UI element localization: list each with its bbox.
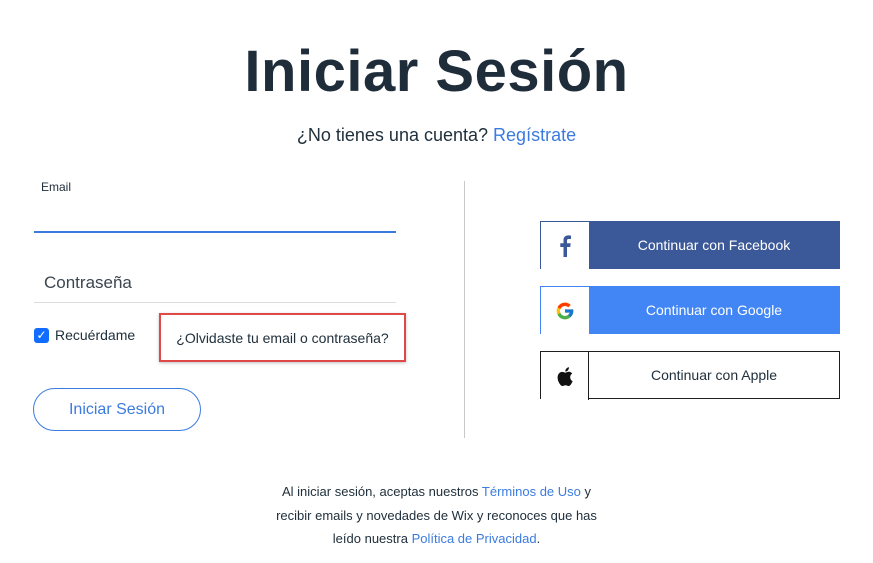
login-button[interactable]: Iniciar Sesión (33, 388, 201, 431)
google-login-button[interactable]: Continuar con Google (540, 286, 840, 335)
apple-icon (541, 352, 589, 400)
apple-login-label: Continuar con Apple (589, 352, 839, 398)
remember-me-label: Recuérdame (55, 327, 136, 343)
legal-notice: Al iniciar sesión, aceptas nuestros Térm… (200, 480, 673, 551)
facebook-login-button[interactable]: Continuar con Facebook (540, 221, 840, 270)
email-input[interactable] (34, 197, 396, 233)
email-label: Email (41, 180, 72, 194)
google-icon (541, 287, 589, 335)
privacy-link[interactable]: Política de Privacidad (412, 531, 537, 546)
page-title: Iniciar Sesión (244, 39, 629, 104)
facebook-login-label: Continuar con Facebook (589, 222, 839, 268)
signup-link[interactable]: Regístrate (493, 125, 576, 145)
legal-text: Al iniciar sesión, aceptas nuestros (281, 484, 482, 499)
forgot-password-highlight: ¿Olvidaste tu email o contraseña? (159, 313, 406, 362)
login-page: Iniciar Sesión ¿No tienes una cuenta? Re… (0, 0, 873, 563)
facebook-icon (541, 222, 589, 270)
google-login-label: Continuar con Google (589, 287, 839, 333)
remember-me-checkbox[interactable]: ✓ Recuérdame (34, 325, 135, 345)
password-input[interactable] (34, 263, 396, 303)
legal-line-2: recibir emails y novedades de Wix y reco… (276, 507, 597, 523)
forgot-password-link[interactable]: ¿Olvidaste tu email o contraseña? (176, 330, 388, 346)
vertical-divider (464, 181, 465, 438)
legal-text: leído nuestra (332, 531, 412, 546)
signup-prompt: ¿No tienes una cuenta? Regístrate (0, 125, 873, 146)
terms-link[interactable]: Términos de Uso (482, 484, 581, 499)
legal-text: . (536, 531, 541, 546)
legal-line-1: Al iniciar sesión, aceptas nuestros Térm… (200, 480, 673, 504)
checkmark-icon[interactable]: ✓ (34, 327, 49, 343)
legal-text: y (580, 484, 592, 499)
legal-line-3: leído nuestra Política de Privacidad. (200, 527, 673, 551)
apple-login-button[interactable]: Continuar con Apple (540, 351, 840, 400)
signup-prompt-text: ¿No tienes una cuenta? (296, 125, 489, 145)
